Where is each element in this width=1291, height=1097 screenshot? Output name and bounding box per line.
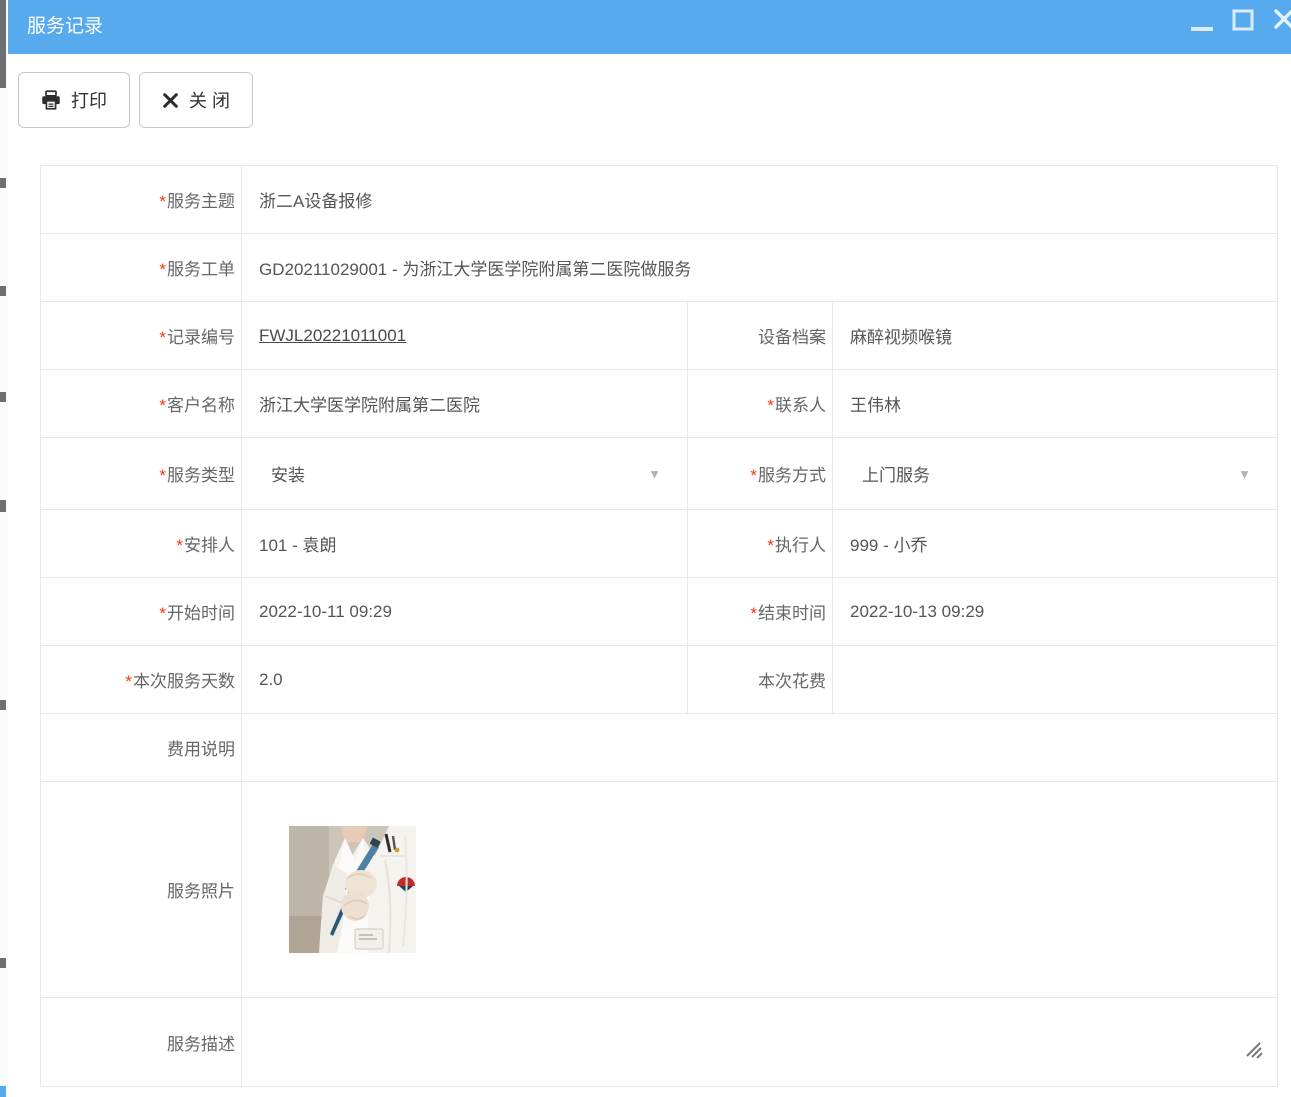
background-mark (0, 392, 6, 402)
field-label-end-time: *结束时间 (688, 578, 833, 646)
close-button[interactable]: 关 闭 (139, 72, 253, 128)
background-mark (0, 286, 6, 296)
close-button-label: 关 闭 (189, 87, 230, 113)
field-value-arranger: 101 - 袁朗 (242, 510, 688, 578)
printer-icon (41, 90, 61, 110)
minimize-button[interactable] (1187, 0, 1217, 54)
description-textarea[interactable] (242, 998, 1278, 1087)
dialog-titlebar: 服务记录 (8, 0, 1291, 54)
background-mark (0, 958, 6, 968)
window-close-icon (1271, 0, 1291, 54)
background-mark (0, 0, 6, 88)
toolbar: 打印 关 闭 (8, 54, 1291, 128)
service-mode-select[interactable]: 上门服务 ▼ (833, 438, 1278, 510)
row-topic: *服务主题 浙二A设备报修 (41, 166, 1278, 234)
field-label-cost: 本次花费 (688, 646, 833, 714)
row-days-cost: *本次服务天数 2.0 本次花费 (41, 646, 1278, 714)
field-value-cost (833, 646, 1278, 714)
field-value-contact: 王伟林 (833, 370, 1278, 438)
resize-grip-icon[interactable] (1243, 1039, 1267, 1066)
close-x-icon (162, 92, 179, 109)
background-mark (0, 500, 6, 512)
field-label-photos: 服务照片 (41, 782, 242, 998)
field-value-work-order: GD20211029001 - 为浙江大学医学院附属第二医院做服务 (242, 234, 1278, 302)
field-label-start-time: *开始时间 (41, 578, 242, 646)
service-record-table: *服务主题 浙二A设备报修 *服务工单 GD20211029001 - 为浙江大… (40, 165, 1278, 1087)
field-value-executor: 999 - 小乔 (833, 510, 1278, 578)
field-value-device-file: 麻醉视频喉镜 (833, 302, 1278, 370)
required-mark: * (750, 604, 757, 623)
row-service-type-mode: *服务类型 安装 ▼ *服务方式 上门服务 ▼ (41, 438, 1278, 510)
background-page-sliver (0, 0, 8, 1097)
field-label-service-mode: *服务方式 (688, 438, 833, 510)
field-value-record-no: FWJL20221011001 (242, 302, 688, 370)
field-label-cost-note: 费用说明 (41, 714, 242, 782)
required-mark: * (159, 396, 166, 415)
service-type-value: 安装 (271, 466, 305, 485)
service-type-select[interactable]: 安装 ▼ (242, 438, 688, 510)
field-value-topic: 浙二A设备报修 (242, 166, 1278, 234)
row-arranger-executor: *安排人 101 - 袁朗 *执行人 999 - 小乔 (41, 510, 1278, 578)
row-description: 服务描述 (41, 998, 1278, 1087)
window-close-button[interactable] (1267, 0, 1291, 54)
window-controls (1031, 0, 1291, 54)
required-mark: * (767, 536, 774, 555)
chevron-down-icon: ▼ (648, 466, 661, 481)
maximize-button[interactable] (1228, 0, 1258, 54)
required-mark: * (159, 328, 166, 347)
field-value-cost-note (242, 714, 1278, 782)
service-mode-value: 上门服务 (862, 466, 930, 485)
field-label-contact: *联系人 (688, 370, 833, 438)
row-times: *开始时间 2022-10-11 09:29 *结束时间 2022-10-13 … (41, 578, 1278, 646)
row-record-no: *记录编号 FWJL20221011001 设备档案 麻醉视频喉镜 (41, 302, 1278, 370)
field-label-executor: *执行人 (688, 510, 833, 578)
required-mark: * (750, 466, 757, 485)
field-label-description: 服务描述 (41, 998, 242, 1087)
print-button-label: 打印 (71, 87, 107, 113)
field-value-customer: 浙江大学医学院附属第二医院 (242, 370, 688, 438)
field-value-start-time: 2022-10-11 09:29 (242, 578, 688, 646)
background-mark (0, 700, 6, 710)
row-work-order: *服务工单 GD20211029001 - 为浙江大学医学院附属第二医院做服务 (41, 234, 1278, 302)
minimize-icon (1190, 0, 1214, 54)
background-mark (0, 178, 6, 188)
field-value-service-days: 2.0 (242, 646, 688, 714)
field-label-service-days: *本次服务天数 (41, 646, 242, 714)
service-photo-thumbnail[interactable] (289, 826, 416, 953)
field-label-topic: *服务主题 (41, 166, 242, 234)
service-record-dialog: 服务记录 (8, 0, 1291, 1097)
required-mark: * (176, 536, 183, 555)
field-label-arranger: *安排人 (41, 510, 242, 578)
required-mark: * (125, 672, 132, 691)
required-mark: * (159, 260, 166, 279)
dialog-title: 服务记录 (27, 16, 103, 37)
field-label-customer: *客户名称 (41, 370, 242, 438)
field-label-service-type: *服务类型 (41, 438, 242, 510)
field-label-device-file: 设备档案 (688, 302, 833, 370)
required-mark: * (159, 466, 166, 485)
required-mark: * (159, 192, 166, 211)
record-number-link[interactable]: FWJL20221011001 (259, 326, 406, 345)
field-label-work-order: *服务工单 (41, 234, 242, 302)
field-value-end-time: 2022-10-13 09:29 (833, 578, 1278, 646)
print-button[interactable]: 打印 (18, 72, 130, 128)
field-value-photos (242, 782, 1278, 998)
row-customer: *客户名称 浙江大学医学院附属第二医院 *联系人 王伟林 (41, 370, 1278, 438)
required-mark: * (767, 396, 774, 415)
row-photos: 服务照片 (41, 782, 1278, 998)
required-mark: * (159, 604, 166, 623)
field-label-record-no: *记录编号 (41, 302, 242, 370)
chevron-down-icon: ▼ (1238, 466, 1251, 481)
maximize-icon (1231, 0, 1255, 54)
background-mark (0, 1086, 6, 1097)
row-cost-note: 费用说明 (41, 714, 1278, 782)
